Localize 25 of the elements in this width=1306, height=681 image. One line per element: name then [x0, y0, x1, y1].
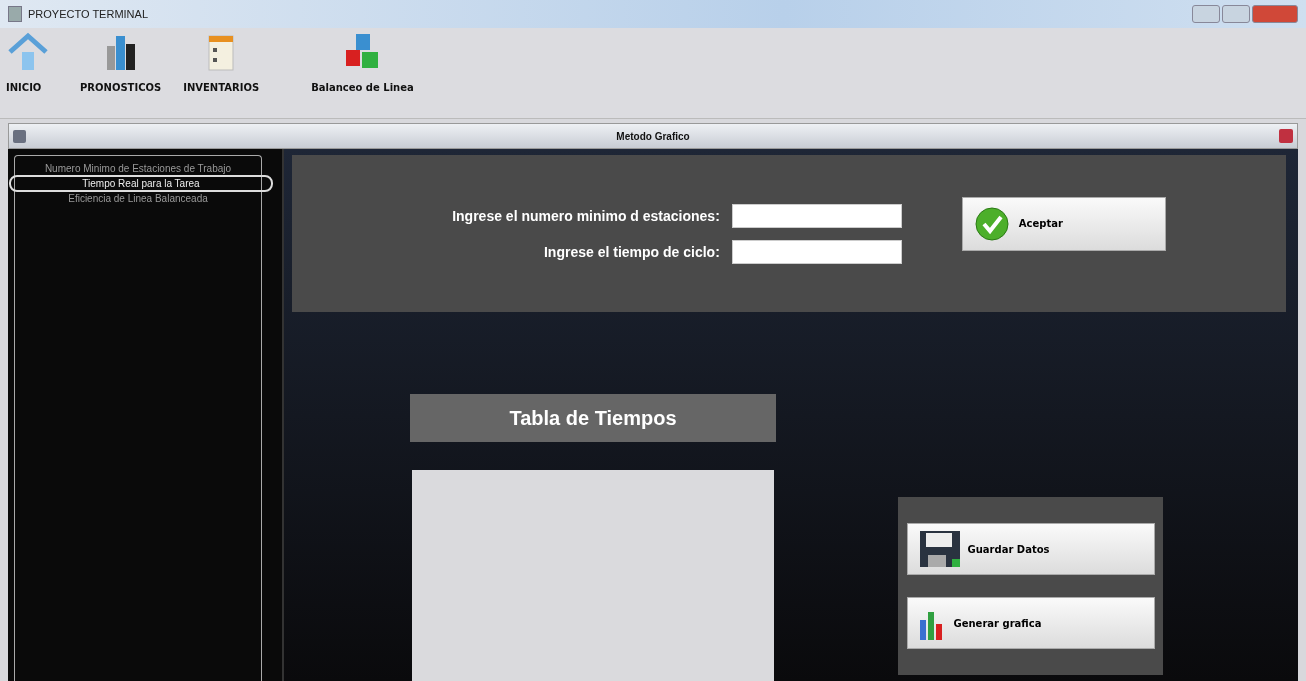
- house-icon: [6, 32, 50, 72]
- toolbar-button[interactable]: Balanceo de Linea: [303, 30, 422, 95]
- table-title: Tabla de Tiempos: [410, 394, 776, 442]
- field-label: Ingrese el numero minimo d estaciones:: [452, 207, 720, 224]
- maximize-button[interactable]: [1222, 5, 1250, 23]
- checkmark-icon: [974, 206, 1009, 241]
- input-field[interactable]: [731, 203, 902, 228]
- action-button[interactable]: Guardar Datos: [906, 523, 1155, 575]
- toolbar-button[interactable]: PRONOSTICOS: [72, 30, 170, 95]
- list-item[interactable]: Tiempo Real para la Tarea: [9, 175, 273, 192]
- toolbar-button[interactable]: INVENTARIOS: [175, 30, 268, 95]
- minimize-button[interactable]: [1192, 5, 1220, 23]
- list-item[interactable]: Eficiencia de Linea Balanceada: [15, 192, 261, 205]
- close-button[interactable]: [1252, 5, 1298, 23]
- window-title: PROYECTO TERMINAL: [28, 8, 148, 20]
- accept-button[interactable]: Aceptar: [961, 196, 1166, 251]
- frame-title: Metodo Grafico: [616, 130, 690, 142]
- frame-menu-button[interactable]: [13, 129, 26, 143]
- field-label: Ingrese el tiempo de ciclo:: [544, 243, 720, 260]
- frame-close-button[interactable]: [1279, 129, 1293, 143]
- app-icon: [8, 6, 22, 22]
- list-item[interactable]: Numero Minimo de Estaciones de Trabajo: [15, 162, 261, 175]
- toolbar-button[interactable]: INICIO: [6, 30, 66, 95]
- input-field[interactable]: [731, 239, 902, 264]
- action-button[interactable]: Generar grafica: [906, 597, 1155, 649]
